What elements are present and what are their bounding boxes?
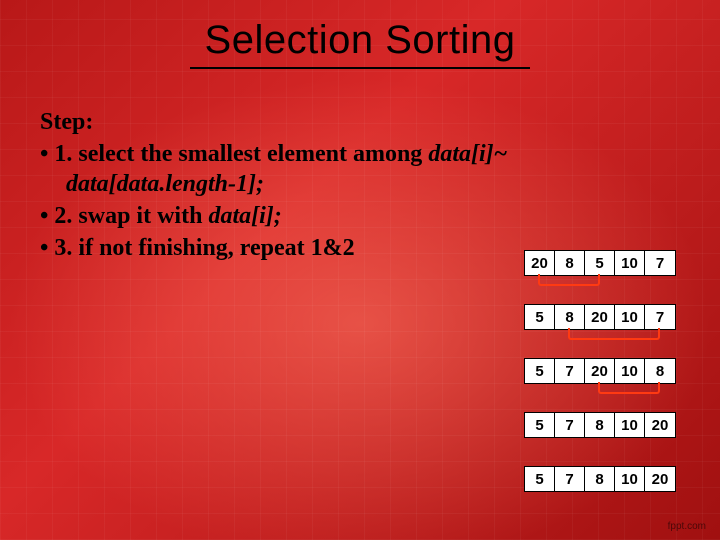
array-cell: 20 (645, 413, 675, 437)
array-cell: 20 (585, 305, 615, 329)
bullet-glyph: • (40, 141, 48, 167)
array-cell: 8 (585, 467, 615, 491)
array-cell: 20 (645, 467, 675, 491)
step-1-lead: 1. select the smallest element among (54, 141, 428, 167)
array-cell: 7 (555, 467, 585, 491)
array-row: 2085107 (524, 250, 676, 276)
array-cell: 8 (555, 251, 585, 275)
step-3: • 3. if not finishing, repeat 1&2 (40, 233, 570, 263)
array-cell: 20 (585, 359, 615, 383)
array-steps: 20851075820107572010857810205781020 (524, 250, 676, 492)
array-row: 5781020 (524, 466, 676, 492)
array-cell: 10 (615, 413, 645, 437)
array-cell: 7 (645, 305, 675, 329)
array: 2085107 (524, 250, 676, 276)
bullet-glyph: • (40, 203, 48, 229)
array-cell: 10 (615, 305, 645, 329)
array: 5820107 (524, 304, 676, 330)
array-cell: 8 (555, 305, 585, 329)
array: 5720108 (524, 358, 676, 384)
array-cell: 20 (525, 251, 555, 275)
array: 5781020 (524, 412, 676, 438)
steps-heading: Step: (40, 107, 570, 137)
array-cell: 7 (645, 251, 675, 275)
array-row: 5720108 (524, 358, 676, 384)
swap-connector (538, 274, 600, 286)
array-cell: 7 (555, 359, 585, 383)
slide-title: Selection Sorting (40, 18, 680, 63)
array-cell: 8 (585, 413, 615, 437)
array-cell: 10 (615, 467, 645, 491)
step-2-lead: 2. swap it with (54, 203, 208, 229)
array-cell: 5 (525, 413, 555, 437)
array-row: 5781020 (524, 412, 676, 438)
steps-block: Step: • 1. select the smallest element a… (40, 107, 570, 263)
array-cell: 5 (525, 305, 555, 329)
bullet-glyph: • (40, 235, 48, 261)
array-cell: 7 (555, 413, 585, 437)
step-2-ital: data[i]; (208, 203, 281, 229)
slide: Selection Sorting Step: • 1. select the … (0, 0, 720, 540)
array: 5781020 (524, 466, 676, 492)
array-cell: 10 (615, 359, 645, 383)
array-row: 5820107 (524, 304, 676, 330)
step-3-lead: 3. if not finishing, repeat 1&2 (54, 235, 354, 261)
step-1: • 1. select the smallest element among d… (40, 139, 570, 199)
swap-connector (598, 382, 660, 394)
swap-connector (568, 328, 660, 340)
array-cell: 5 (525, 359, 555, 383)
array-cell: 5 (585, 251, 615, 275)
title-underline (190, 67, 530, 69)
step-2: • 2. swap it with data[i]; (40, 201, 570, 231)
array-cell: 5 (525, 467, 555, 491)
array-cell: 10 (615, 251, 645, 275)
array-cell: 8 (645, 359, 675, 383)
footer-credit: fppt.com (668, 521, 706, 532)
